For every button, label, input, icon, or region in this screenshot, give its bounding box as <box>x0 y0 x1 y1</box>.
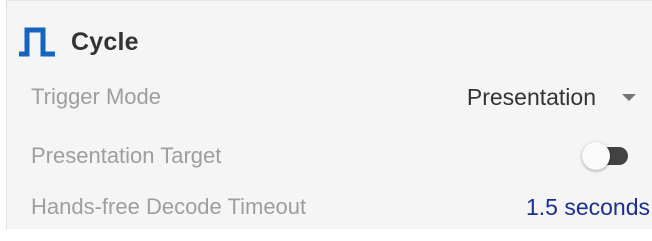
hands-free-timeout-label: Hands-free Decode Timeout <box>31 194 307 219</box>
trigger-mode-dropdown[interactable]: Presentation <box>467 80 636 114</box>
trigger-mode-label: Trigger Mode <box>31 84 162 109</box>
section-title: Cycle <box>71 27 139 56</box>
trigger-mode-value: Presentation <box>466 83 596 110</box>
bottom-margin <box>0 229 652 241</box>
trigger-mode-row: Trigger Mode Presentation <box>31 80 652 114</box>
hands-free-timeout-value[interactable]: 1.5 seconds <box>526 190 650 224</box>
section-header: Cycle <box>17 25 139 59</box>
hands-free-timeout-row: Hands-free Decode Timeout 1.5 seconds <box>31 190 652 224</box>
square-wave-icon <box>19 27 55 57</box>
toggle-thumb <box>582 142 610 170</box>
presentation-target-label: Presentation Target <box>31 143 222 168</box>
presentation-target-toggle[interactable] <box>582 141 632 171</box>
dropdown-caret-icon <box>622 93 636 101</box>
cycle-settings-panel: Cycle Trigger Mode Presentation Presenta… <box>6 0 652 229</box>
presentation-target-row: Presentation Target <box>31 139 652 173</box>
